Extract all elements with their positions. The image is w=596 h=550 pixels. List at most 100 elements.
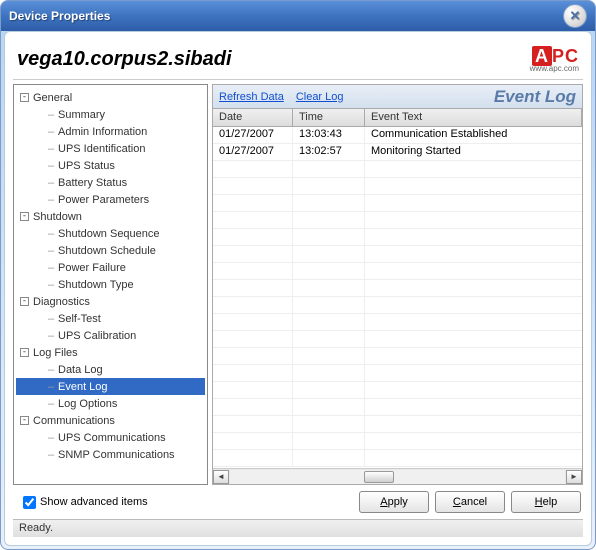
empty-row <box>213 246 582 263</box>
col-time[interactable]: Time <box>293 109 365 126</box>
tree-item-label: UPS Identification <box>58 143 145 155</box>
cell-time: 13:03:43 <box>293 127 365 143</box>
help-button[interactable]: Help <box>511 491 581 513</box>
tree-section-label: Communications <box>33 415 115 427</box>
window-title: Device Properties <box>9 9 563 23</box>
table-header: Date Time Event Text <box>213 109 582 127</box>
empty-row <box>213 229 582 246</box>
empty-row <box>213 348 582 365</box>
collapse-icon[interactable]: - <box>20 416 29 425</box>
show-advanced-input[interactable] <box>23 496 36 509</box>
empty-row <box>213 365 582 382</box>
tree-section-label: Shutdown <box>33 211 82 223</box>
tree-section[interactable]: -General <box>16 89 205 106</box>
scroll-left-button[interactable]: ◄ <box>213 470 229 484</box>
tree-item[interactable]: –UPS Identification <box>16 140 205 157</box>
tree-section[interactable]: -Diagnostics <box>16 293 205 310</box>
cell-time: 13:02:57 <box>293 144 365 160</box>
tree-item[interactable]: –UPS Status <box>16 157 205 174</box>
tree-item-label: Data Log <box>58 364 103 376</box>
show-advanced-label: Show advanced items <box>40 496 148 508</box>
tree-item-label: Self-Test <box>58 313 101 325</box>
tree-item[interactable]: –Data Log <box>16 361 205 378</box>
tree-item[interactable]: –Power Failure <box>16 259 205 276</box>
apply-button[interactable]: Apply <box>359 491 429 513</box>
empty-row <box>213 178 582 195</box>
empty-row <box>213 382 582 399</box>
cancel-button[interactable]: Cancel <box>435 491 505 513</box>
empty-row <box>213 433 582 450</box>
navigation-tree[interactable]: -General–Summary–Admin Information–UPS I… <box>13 84 208 485</box>
tree-item-label: Power Failure <box>58 262 126 274</box>
tree-item-label: Event Log <box>58 381 108 393</box>
tree-item-label: UPS Calibration <box>58 330 136 342</box>
empty-row <box>213 314 582 331</box>
col-event[interactable]: Event Text <box>365 109 582 126</box>
tree-item-label: Summary <box>58 109 105 121</box>
tree-section-label: Log Files <box>33 347 78 359</box>
tree-item[interactable]: –Shutdown Type <box>16 276 205 293</box>
empty-row <box>213 280 582 297</box>
tree-item[interactable]: –Event Log <box>16 378 205 395</box>
col-date[interactable]: Date <box>213 109 293 126</box>
tree-item-label: SNMP Communications <box>58 449 175 461</box>
empty-row <box>213 161 582 178</box>
empty-row <box>213 212 582 229</box>
tree-item[interactable]: –Log Options <box>16 395 205 412</box>
table-row[interactable]: 01/27/200713:02:57Monitoring Started <box>213 144 582 161</box>
tree-item-label: UPS Status <box>58 160 115 172</box>
cell-event: Communication Established <box>365 127 582 143</box>
empty-row <box>213 331 582 348</box>
cell-event: Monitoring Started <box>365 144 582 160</box>
tree-section[interactable]: -Log Files <box>16 344 205 361</box>
cell-date: 01/27/2007 <box>213 127 293 143</box>
collapse-icon[interactable]: - <box>20 212 29 221</box>
tree-item-label: Log Options <box>58 398 117 410</box>
scroll-track[interactable] <box>230 470 565 484</box>
panel-title: Event Log <box>494 87 576 107</box>
close-button[interactable]: ✕ <box>563 4 587 28</box>
empty-row <box>213 416 582 433</box>
tree-item[interactable]: –Power Parameters <box>16 191 205 208</box>
tree-item[interactable]: –Summary <box>16 106 205 123</box>
status-bar: Ready. <box>13 519 583 537</box>
tree-item-label: Power Parameters <box>58 194 149 206</box>
table-body[interactable]: 01/27/200713:03:43Communication Establis… <box>213 127 582 468</box>
show-advanced-checkbox[interactable]: Show advanced items <box>15 496 353 509</box>
empty-row <box>213 399 582 416</box>
tree-item[interactable]: –SNMP Communications <box>16 446 205 463</box>
tree-section[interactable]: -Shutdown <box>16 208 205 225</box>
apc-logo: APC www.apc.com <box>530 47 583 73</box>
scroll-thumb[interactable] <box>364 471 394 483</box>
tree-item-label: Shutdown Sequence <box>58 228 160 240</box>
collapse-icon[interactable]: - <box>20 297 29 306</box>
collapse-icon[interactable]: - <box>20 348 29 357</box>
tree-item-label: Admin Information <box>58 126 147 138</box>
close-icon: ✕ <box>570 8 581 24</box>
tree-item[interactable]: –UPS Calibration <box>16 327 205 344</box>
tree-item[interactable]: –Battery Status <box>16 174 205 191</box>
scroll-right-button[interactable]: ► <box>566 470 582 484</box>
tree-section-label: Diagnostics <box>33 296 90 308</box>
horizontal-scrollbar[interactable]: ◄ ► <box>213 468 582 484</box>
tree-item[interactable]: –Shutdown Schedule <box>16 242 205 259</box>
tree-item-label: Battery Status <box>58 177 127 189</box>
tree-item[interactable]: –Shutdown Sequence <box>16 225 205 242</box>
tree-section[interactable]: -Communications <box>16 412 205 429</box>
collapse-icon[interactable]: - <box>20 93 29 102</box>
tree-item-label: UPS Communications <box>58 432 166 444</box>
empty-row <box>213 195 582 212</box>
device-name: vega10.corpus2.sibadi <box>13 48 530 71</box>
tree-section-label: General <box>33 92 72 104</box>
tree-item-label: Shutdown Type <box>58 279 134 291</box>
tree-item-label: Shutdown Schedule <box>58 245 156 257</box>
tree-item[interactable]: –Admin Information <box>16 123 205 140</box>
empty-row <box>213 297 582 314</box>
tree-item[interactable]: –Self-Test <box>16 310 205 327</box>
clear-log-link[interactable]: Clear Log <box>296 91 344 103</box>
tree-item[interactable]: –UPS Communications <box>16 429 205 446</box>
titlebar[interactable]: Device Properties ✕ <box>1 1 595 31</box>
table-row[interactable]: 01/27/200713:03:43Communication Establis… <box>213 127 582 144</box>
cell-date: 01/27/2007 <box>213 144 293 160</box>
refresh-data-link[interactable]: Refresh Data <box>219 91 284 103</box>
